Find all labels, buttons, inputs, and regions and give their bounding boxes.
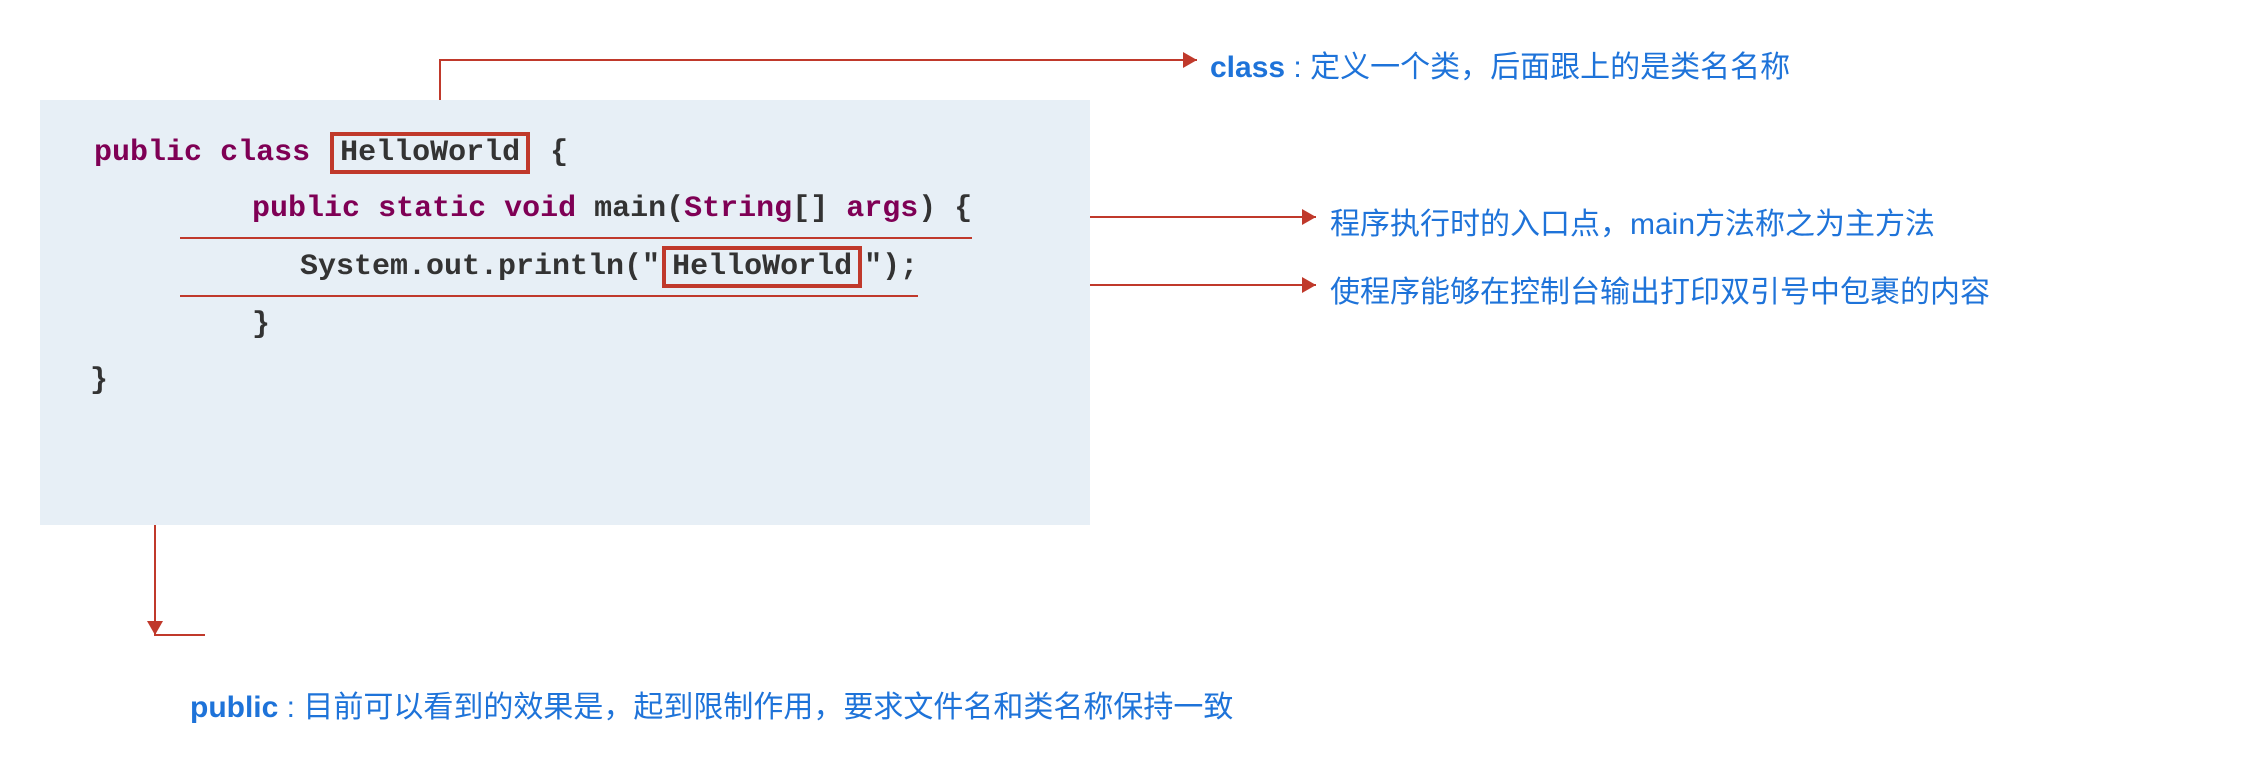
annotation-println-text: 使程序能够在控制台输出打印双引号中包裹的内容 xyxy=(1330,276,1990,309)
array-bracket: [] xyxy=(792,192,846,226)
brace-open: { xyxy=(532,136,568,170)
code-indent xyxy=(40,136,94,170)
keyword-static: static xyxy=(378,192,486,226)
annotation-class-text: : 定义一个类，后面跟上的是类名名称 xyxy=(1285,51,1790,84)
diagram-stage: public class HelloWorld { public static … xyxy=(0,0,2266,776)
code-line-2: public static void main(String[] args) { xyxy=(180,181,972,239)
annotation-public-text: : 目前可以看到的效果是，起到限制作用，要求文件名和类名称保持一致 xyxy=(278,691,1233,724)
main-open: main( xyxy=(576,192,684,226)
main-close: ) { xyxy=(918,192,972,226)
annotation-public: public : 目前可以看到的效果是，起到限制作用，要求文件名和类名称保持一致 xyxy=(190,682,1233,726)
type-string: String xyxy=(684,192,792,226)
println-prefix: System.out.println(" xyxy=(300,250,660,284)
param-args: args xyxy=(846,192,918,226)
keyword-public2: public xyxy=(252,192,360,226)
annotation-main: 程序执行时的入口点，main方法称之为主方法 xyxy=(1330,199,1935,243)
println-suffix: "); xyxy=(864,250,918,284)
code-line-4: } xyxy=(180,297,1090,353)
keyword-void: void xyxy=(504,192,576,226)
keyword-public: public xyxy=(94,136,202,170)
annotation-public-keyword: public xyxy=(190,691,278,724)
annotation-class-keyword: class xyxy=(1210,51,1285,84)
code-indent xyxy=(180,192,252,226)
annotation-println: 使程序能够在控制台输出打印双引号中包裹的内容 xyxy=(1330,267,1990,311)
class-name-box: HelloWorld xyxy=(330,132,530,174)
code-line-3: System.out.println("HelloWorld"); xyxy=(180,239,918,297)
annotation-main-text: 程序执行时的入口点，main方法称之为主方法 xyxy=(1330,208,1935,241)
code-line-1: public class HelloWorld { xyxy=(40,125,1090,181)
code-line-5: } xyxy=(90,353,1090,409)
println-arg-box: HelloWorld xyxy=(662,246,862,288)
annotation-class: class : 定义一个类，后面跟上的是类名名称 xyxy=(1210,42,1790,86)
keyword-class: class xyxy=(220,136,310,170)
code-block: public class HelloWorld { public static … xyxy=(40,100,1090,525)
